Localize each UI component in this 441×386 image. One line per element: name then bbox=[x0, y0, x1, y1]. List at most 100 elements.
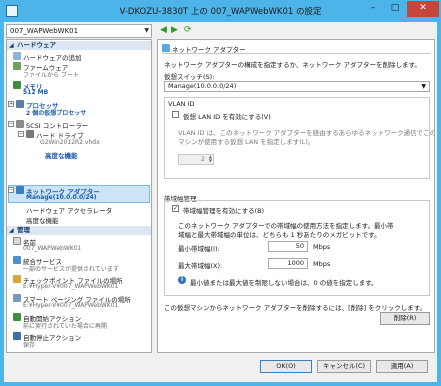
collapse-icon[interactable]: − bbox=[18, 131, 24, 137]
checkpoint-icon bbox=[13, 275, 21, 283]
tree-item-network-adapter[interactable]: − ネットワーク アダプター Manage(10.0.0.0/24) bbox=[7, 186, 151, 204]
tree-item-label: SCSI コントローラー bbox=[26, 122, 89, 130]
tree-item-hardware-acceleration[interactable]: ハードウェア アクセラレータ bbox=[7, 205, 151, 215]
max-bandwidth-label: 最大帯域幅(X): bbox=[178, 262, 223, 270]
collapse-icon: ◢ bbox=[9, 227, 14, 234]
bandwidth-checkbox-label[interactable]: 帯域幅管理を有効にする(B) bbox=[183, 205, 264, 215]
tree-item-sub: 007_WAPWebWK01 bbox=[23, 245, 82, 252]
tree-item-label: 高度な機能 bbox=[45, 152, 78, 160]
hardware-section-header[interactable]: ◢ ハードウェア bbox=[7, 41, 151, 50]
firmware-icon bbox=[13, 62, 21, 70]
back-arrow-icon[interactable]: ◀ bbox=[160, 25, 167, 35]
tree-item-memory[interactable]: メモリ 512 MB bbox=[7, 81, 151, 99]
max-bandwidth-unit: Mbps bbox=[313, 260, 331, 268]
tree-item-sub: 2 個の仮想プロセッサ bbox=[26, 110, 87, 117]
remove-description: この仮想マシンからネットワーク アダプターを削除するには、[削除] をクリックし… bbox=[164, 304, 427, 312]
tree-item-sub: 一部のサービスが提供されています bbox=[23, 266, 119, 273]
min-bandwidth-label: 最小帯域幅(I): bbox=[178, 245, 220, 253]
integration-services-icon bbox=[13, 256, 21, 264]
auto-start-icon bbox=[13, 313, 21, 321]
virtual-switch-select[interactable]: Manage(10.0.0.0/24) ▼ bbox=[164, 81, 430, 92]
bandwidth-info-text: 最小値または最大値を制限しない場合は、0 の値を指定します。 bbox=[190, 279, 378, 287]
tree-item-hard-drive[interactable]: − ハード ドライブ G2Win2012R2.vhdx bbox=[7, 130, 151, 148]
bandwidth-description-line2: 域幅と最大帯域幅の単位は、どちらも 1 秒あたりのメガビットです。 bbox=[178, 231, 381, 239]
auto-stop-icon bbox=[13, 332, 21, 340]
refresh-icon[interactable]: ⟳ bbox=[184, 25, 192, 35]
client-area: 007_WAPWebWK01 ▼ ◀ ▶ ⟳ ◢ ハードウェア ハードウェアの追… bbox=[4, 22, 437, 382]
tree-item-sub: E:¥Hyper-V¥007_WAPWebWK01 bbox=[23, 302, 119, 309]
tree-item-sub: G2Win2012R2.vhdx bbox=[40, 139, 100, 146]
tree-item-auto-stop[interactable]: 自動停止アクション 保存 bbox=[7, 332, 151, 350]
smart-paging-icon bbox=[13, 294, 21, 302]
maximize-button[interactable]: □ bbox=[384, 1, 406, 17]
tree-item-advanced-features[interactable]: 高度な機能 bbox=[7, 215, 151, 225]
tree-item-sub: 保存 bbox=[23, 342, 36, 349]
tree-item-name[interactable]: 名前 007_WAPWebWK01 bbox=[7, 237, 151, 255]
virtual-switch-value: Manage(10.0.0.0/24) bbox=[168, 82, 237, 90]
collapse-icon: ◢ bbox=[9, 42, 14, 49]
management-section-header[interactable]: ◢ 管理 bbox=[7, 226, 151, 235]
hardware-section-label: ハードウェア bbox=[17, 41, 56, 49]
tree-item-label: ハードウェア アクセラレータ bbox=[26, 207, 113, 215]
title-bar[interactable]: V-DKOZU-3830T 上の 007_WAPWebWK01 の設定 – □ … bbox=[0, 0, 441, 22]
vlan-checkbox[interactable] bbox=[172, 111, 179, 118]
network-adapter-icon bbox=[162, 44, 170, 52]
management-section-label: 管理 bbox=[17, 226, 30, 234]
tree-item-hard-drive-advanced[interactable]: 高度な機能 bbox=[7, 150, 151, 160]
tree-item-add-hardware[interactable]: ハードウェアの追加 bbox=[7, 52, 151, 62]
vlan-id-value: 2 bbox=[200, 155, 205, 163]
tree-item-smart-paging-location[interactable]: スマート ページング ファイルの場所 E:¥Hyper-V¥007_WAPWeb… bbox=[7, 294, 151, 312]
tree-item-label: 高度な機能 bbox=[26, 217, 59, 225]
vlan-description-line2: マシンが使用する仮想 LAN を指定します(L)。 bbox=[178, 138, 315, 146]
scsi-controller-icon bbox=[16, 120, 24, 128]
vlan-header: VLAN ID bbox=[168, 100, 195, 108]
settings-detail-pane: ネットワーク アダプター ネットワーク アダプターの構成を指定するか、ネットワー… bbox=[157, 39, 435, 353]
collapse-icon[interactable]: − bbox=[8, 121, 14, 127]
tree-item-processor[interactable]: + プロセッサ 2 個の仮想プロセッサ bbox=[7, 100, 151, 118]
forward-arrow-icon[interactable]: ▶ bbox=[171, 25, 178, 35]
network-adapter-icon bbox=[16, 186, 24, 194]
max-bandwidth-input[interactable]: 1000 bbox=[268, 258, 308, 269]
tree-item-sub: ファイルから ブート bbox=[23, 72, 79, 79]
tree-item-sub: 512 MB bbox=[23, 89, 49, 96]
bandwidth-checkbox[interactable]: ✓ bbox=[172, 205, 179, 212]
settings-window: V-DKOZU-3830T 上の 007_WAPWebWK01 の設定 – □ … bbox=[0, 0, 441, 386]
cancel-button[interactable]: キャンセル(C) bbox=[317, 360, 371, 373]
tree-item-sub: Manage(10.0.0.0/24) bbox=[26, 194, 97, 201]
min-bandwidth-input[interactable]: 50 bbox=[268, 241, 308, 252]
minimize-button[interactable]: – bbox=[362, 1, 384, 17]
tree-item-integration-services[interactable]: 統合サービス 一部のサービスが提供されています bbox=[7, 256, 151, 274]
vlan-id-input[interactable]: 2 ▲ ▼ bbox=[178, 154, 214, 165]
tree-item-sub: E:¥Hyper-V¥007_WAPWebWK01 bbox=[23, 283, 119, 290]
ok-button[interactable]: OK(O) bbox=[260, 360, 312, 373]
spinner-icon[interactable]: ▲ ▼ bbox=[209, 155, 212, 163]
divider bbox=[162, 53, 430, 54]
remove-button[interactable]: 削除(R) bbox=[380, 312, 430, 325]
processor-icon bbox=[16, 100, 24, 108]
virtual-switch-label: 仮想スイッチ(S): bbox=[164, 73, 215, 81]
vlan-checkbox-label[interactable]: 仮想 LAN ID を有効にする(V) bbox=[183, 111, 271, 121]
tree-item-checkpoint-location[interactable]: チェックポイント ファイルの場所 E:¥Hyper-V¥007_WAPWebWK… bbox=[7, 275, 151, 293]
memory-icon bbox=[13, 81, 21, 89]
close-button[interactable]: ✕ bbox=[407, 1, 439, 17]
chevron-down-icon: ▼ bbox=[421, 83, 426, 90]
hard-drive-icon bbox=[26, 130, 34, 138]
tree-item-sub: 前に実行されていた場合に再開 bbox=[23, 323, 107, 330]
min-bandwidth-unit: Mbps bbox=[313, 243, 331, 251]
info-icon: i bbox=[178, 276, 186, 284]
settings-tree: ◢ ハードウェア ハードウェアの追加 ファームウェア ファイルから ブート メモ… bbox=[6, 39, 152, 353]
tree-item-scsi-controller[interactable]: − SCSI コントローラー bbox=[7, 120, 151, 130]
tree-item-label: ハードウェアの追加 bbox=[23, 54, 82, 62]
expand-icon[interactable]: + bbox=[8, 101, 14, 107]
vm-selector-value: 007_WAPWebWK01 bbox=[10, 27, 79, 35]
apply-button[interactable]: 適用(A) bbox=[376, 360, 428, 373]
add-hardware-icon bbox=[13, 52, 21, 60]
max-bandwidth-value: 1000 bbox=[287, 259, 304, 267]
vm-selector[interactable]: 007_WAPWebWK01 ▼ bbox=[6, 24, 152, 38]
collapse-icon[interactable]: − bbox=[8, 187, 14, 193]
name-icon bbox=[13, 237, 21, 245]
tree-item-firmware[interactable]: ファームウェア ファイルから ブート bbox=[7, 62, 151, 80]
chevron-down-icon: ▼ bbox=[144, 27, 149, 34]
tree-item-auto-start[interactable]: 自動開始アクション 前に実行されていた場合に再開 bbox=[7, 313, 151, 331]
min-bandwidth-value: 50 bbox=[295, 242, 304, 250]
